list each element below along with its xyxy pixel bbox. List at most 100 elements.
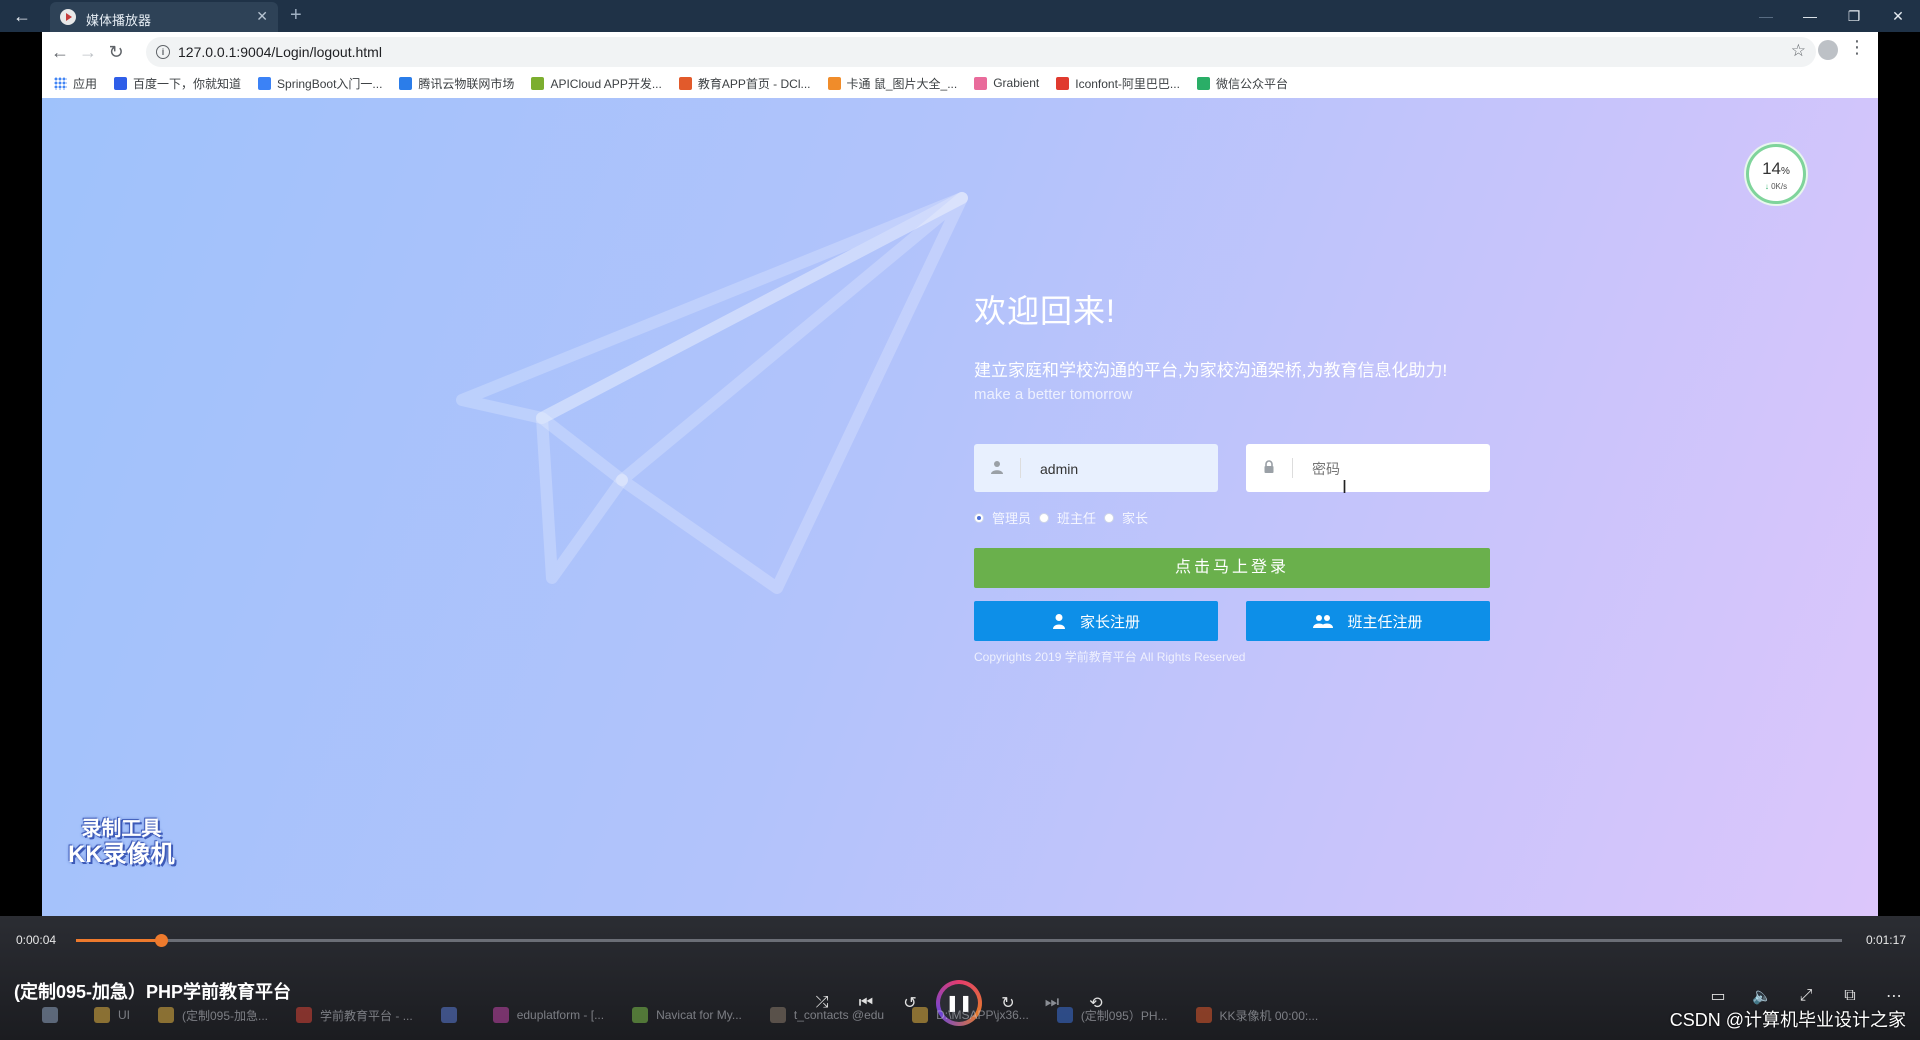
- app-icon: [912, 1007, 929, 1023]
- role-option-admin[interactable]: 管理员: [974, 508, 1031, 527]
- username-field[interactable]: [974, 444, 1218, 492]
- url-text: 127.0.0.1:9004/Login/logout.html: [178, 44, 382, 60]
- site-info-icon[interactable]: i: [156, 45, 170, 59]
- taskbar-item[interactable]: KK录像机 00:00:...: [1195, 1007, 1319, 1024]
- app-icon: [1195, 1007, 1212, 1023]
- taskbar-label: (定制095-加急...: [182, 1008, 269, 1023]
- media-player-logo-icon: [60, 9, 76, 25]
- csdn-credit: CSDN @计算机毕业设计之家: [1669, 1010, 1906, 1030]
- taskbar-label: UI: [118, 1008, 130, 1022]
- taskbar-item[interactable]: t_contacts @edu: [769, 1007, 885, 1023]
- watermark-line-2: KK录像机: [68, 841, 175, 868]
- radio-admin[interactable]: [974, 512, 984, 523]
- taskbar-item[interactable]: [440, 1007, 465, 1023]
- taskbar-label: eduplatform - [...: [516, 1008, 605, 1022]
- network-speed-widget[interactable]: 14% ↓ 0K/s: [1746, 144, 1806, 204]
- role-label: 班主任: [1057, 511, 1097, 526]
- login-page: 14% ↓ 0K/s 欢迎回来! 建立家庭和学校沟通的平台,为家校沟通架桥,为教…: [42, 98, 1878, 916]
- welcome-heading: 欢迎回来!: [974, 293, 1116, 329]
- app-icon: [769, 1007, 786, 1023]
- bookmark-item[interactable]: 腾讯云物联网市场: [399, 75, 514, 92]
- login-button[interactable]: 点击马上登录: [974, 548, 1490, 588]
- tag-icon: [678, 76, 692, 90]
- restore-icon[interactable]: ❐: [1832, 0, 1876, 32]
- back-arrow-icon[interactable]: ←: [10, 5, 34, 27]
- watermark-line-1: 录制工具: [81, 818, 162, 840]
- bookmark-item[interactable]: Iconfont-阿里巴巴...: [1056, 75, 1180, 92]
- address-bar[interactable]: i 127.0.0.1:9004/Login/logout.html ☆: [146, 37, 1816, 67]
- browser-chrome: ← → ↻ i 127.0.0.1:9004/Login/logout.html…: [42, 32, 1878, 99]
- profile-avatar-icon[interactable]: [1818, 40, 1838, 60]
- browser-menu-icon[interactable]: ⋮: [1848, 37, 1866, 58]
- minimize-icon[interactable]: —: [1788, 0, 1832, 32]
- cloud-icon: [399, 76, 413, 90]
- windows-start-icon[interactable]: [42, 1007, 66, 1023]
- password-field[interactable]: [1246, 444, 1490, 492]
- taskbar-label: 学前教育平台 - ...: [320, 1008, 413, 1023]
- reload-icon[interactable]: ↻: [104, 40, 128, 64]
- player-controls: 0:00:04 0:01:17 (定制095-加急）PHP学前教育平台 ⤮ ⏮ …: [0, 916, 1920, 1040]
- baidu-paw-icon: [114, 76, 128, 90]
- register-teacher-label: 班主任注册: [1347, 613, 1423, 631]
- bookmark-item[interactable]: 应用: [54, 75, 97, 92]
- taskbar-item[interactable]: D:\MSAPP\jx36...: [912, 1007, 1029, 1023]
- bookmark-label: 百度一下，你就知道: [133, 76, 242, 91]
- pen-icon: [258, 76, 272, 90]
- bookmark-star-icon[interactable]: ☆: [1791, 41, 1806, 61]
- taskbar-item[interactable]: (定制095）PH...: [1056, 1007, 1168, 1024]
- register-parent-button[interactable]: 家长注册: [974, 601, 1218, 641]
- bookmark-item[interactable]: 微信公众平台: [1196, 75, 1288, 92]
- bookmark-item[interactable]: APICloud APP开发...: [531, 75, 662, 92]
- app-icon: [492, 1007, 509, 1023]
- browser-back-icon[interactable]: ←: [48, 40, 72, 64]
- bookmark-label: Iconfont-阿里巴巴...: [1075, 76, 1180, 91]
- taskbar-item[interactable]: UI: [94, 1007, 130, 1023]
- bookmark-item[interactable]: 教育APP首页 - DCl...: [678, 75, 811, 92]
- text-cursor-icon: I: [1342, 477, 1348, 497]
- role-option-parent[interactable]: 家长: [1104, 508, 1148, 527]
- app-icon: [94, 1007, 110, 1023]
- seek-bar[interactable]: [76, 934, 1842, 947]
- close-tab-icon[interactable]: ✕: [256, 8, 268, 25]
- seek-progress: [76, 939, 161, 942]
- bookmark-item[interactable]: SpringBoot入门一...: [258, 75, 382, 92]
- radio-parent[interactable]: [1104, 512, 1115, 523]
- player-tab-title: 媒体播放器: [86, 13, 152, 28]
- windows-taskbar: UI (定制095-加急... 学前教育平台 - ... eduplatform - …: [42, 1000, 1878, 1030]
- bookmark-item[interactable]: 百度一下，你就知道: [114, 75, 241, 92]
- seek-handle[interactable]: [154, 934, 168, 947]
- taskbar-item[interactable]: Navicat for My...: [632, 1007, 742, 1023]
- taskbar-label: (定制095）PH...: [1080, 1008, 1168, 1023]
- register-parent-label: 家长注册: [1079, 613, 1140, 631]
- close-window-icon[interactable]: ✕: [1876, 0, 1920, 32]
- player-tab[interactable]: 媒体播放器 ✕: [50, 2, 278, 32]
- register-teacher-button[interactable]: 班主任注册: [1246, 601, 1490, 641]
- net-percent: 14: [1762, 159, 1781, 178]
- app-icon: [1056, 1007, 1073, 1023]
- bookmark-item[interactable]: 卡通 鼠_图片大全_...: [827, 75, 957, 92]
- apicloud-icon: [531, 76, 545, 90]
- user-icon: [991, 461, 1003, 474]
- bookmark-item[interactable]: Grabient: [974, 76, 1039, 90]
- role-option-teacher[interactable]: 班主任: [1039, 508, 1096, 527]
- taskbar-item[interactable]: (定制095-加急...: [158, 1007, 268, 1024]
- new-tab-icon[interactable]: +: [290, 4, 302, 27]
- copyright-text: Copyrights 2019 学前教育平台 All Rights Reserv…: [974, 650, 1246, 664]
- browser-forward-icon[interactable]: →: [76, 40, 100, 64]
- pin-icon[interactable]: —: [1744, 0, 1788, 32]
- taskbar-label: t_contacts @edu: [793, 1008, 885, 1022]
- slogan-english: make a better tomorrow: [974, 386, 1133, 403]
- net-speed: 0K/s: [1771, 182, 1788, 191]
- taskbar-item[interactable]: eduplatform - [...: [492, 1007, 605, 1023]
- app-icon: [632, 1007, 649, 1023]
- users-group-icon: [1313, 615, 1334, 628]
- password-input[interactable]: [1310, 456, 1482, 482]
- role-label: 管理员: [992, 511, 1032, 526]
- username-input[interactable]: [1038, 456, 1210, 482]
- taskbar-label: KK录像机 00:00:...: [1219, 1008, 1319, 1023]
- app-icon: [158, 1007, 174, 1023]
- radio-teacher[interactable]: [1039, 512, 1050, 523]
- down-arrow-icon: ↓: [1764, 182, 1769, 191]
- recorder-watermark: 录制工具 KK录像机: [68, 818, 175, 869]
- taskbar-item[interactable]: 学前教育平台 - ...: [296, 1007, 413, 1024]
